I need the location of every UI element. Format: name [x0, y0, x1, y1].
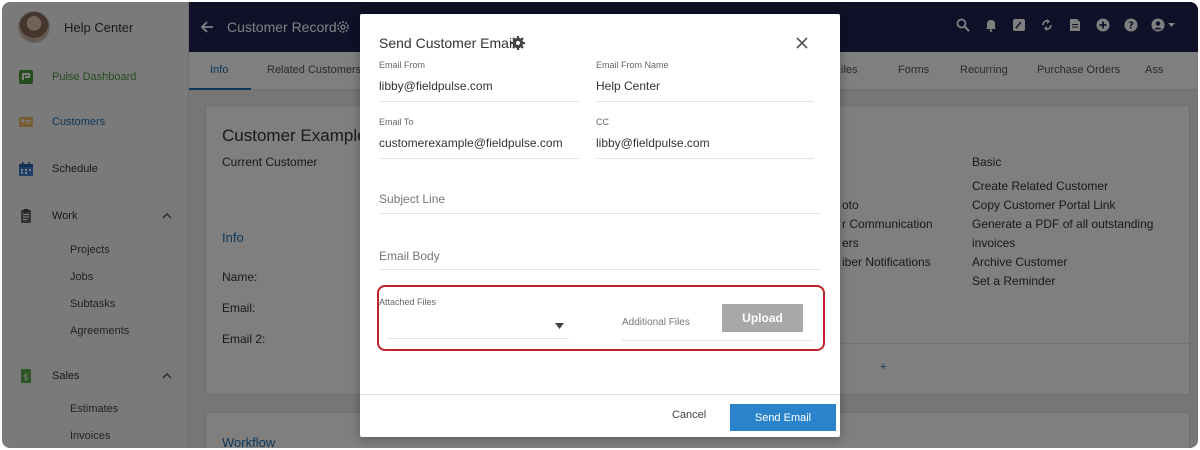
modal-footer: Cancel Send Email	[360, 394, 840, 437]
send-email-modal: Send Customer Email Email From libby@fie…	[360, 14, 840, 437]
cc-field[interactable]: CC libby@fieldpulse.com	[596, 117, 814, 159]
field-label: CC	[596, 117, 609, 127]
email-to-field[interactable]: Email To customerexample@fieldpulse.com	[379, 117, 579, 159]
field-value: libby@fieldpulse.com	[596, 136, 710, 150]
email-from-name-field[interactable]: Email From Name Help Center	[596, 60, 814, 102]
cancel-button[interactable]: Cancel	[672, 409, 706, 421]
email-from-field[interactable]: Email From libby@fieldpulse.com	[379, 60, 579, 102]
send-email-button[interactable]: Send Email	[730, 404, 836, 431]
email-body-field[interactable]	[379, 243, 821, 270]
subject-input[interactable]	[379, 192, 821, 206]
additional-files-label: Additional Files	[622, 317, 690, 328]
field-label: Email From Name	[596, 60, 669, 70]
upload-button[interactable]: Upload	[722, 304, 803, 332]
field-value: libby@fieldpulse.com	[379, 79, 493, 93]
app-window: Help Center Pulse Dashboard Customers Sc…	[2, 2, 1198, 448]
dropdown-arrow-icon	[555, 323, 564, 329]
gear-icon[interactable]	[510, 35, 526, 51]
subject-field[interactable]	[379, 186, 821, 214]
field-label: Email To	[379, 117, 414, 127]
close-icon[interactable]	[794, 35, 810, 51]
field-value: Help Center	[596, 79, 661, 93]
attached-files-label: Attached Files	[379, 297, 437, 307]
attached-files-select[interactable]	[387, 312, 569, 339]
field-label: Email From	[379, 60, 426, 70]
email-body-input[interactable]	[379, 249, 821, 263]
field-value: customerexample@fieldpulse.com	[379, 136, 563, 150]
modal-title: Send Customer Email	[379, 35, 516, 51]
